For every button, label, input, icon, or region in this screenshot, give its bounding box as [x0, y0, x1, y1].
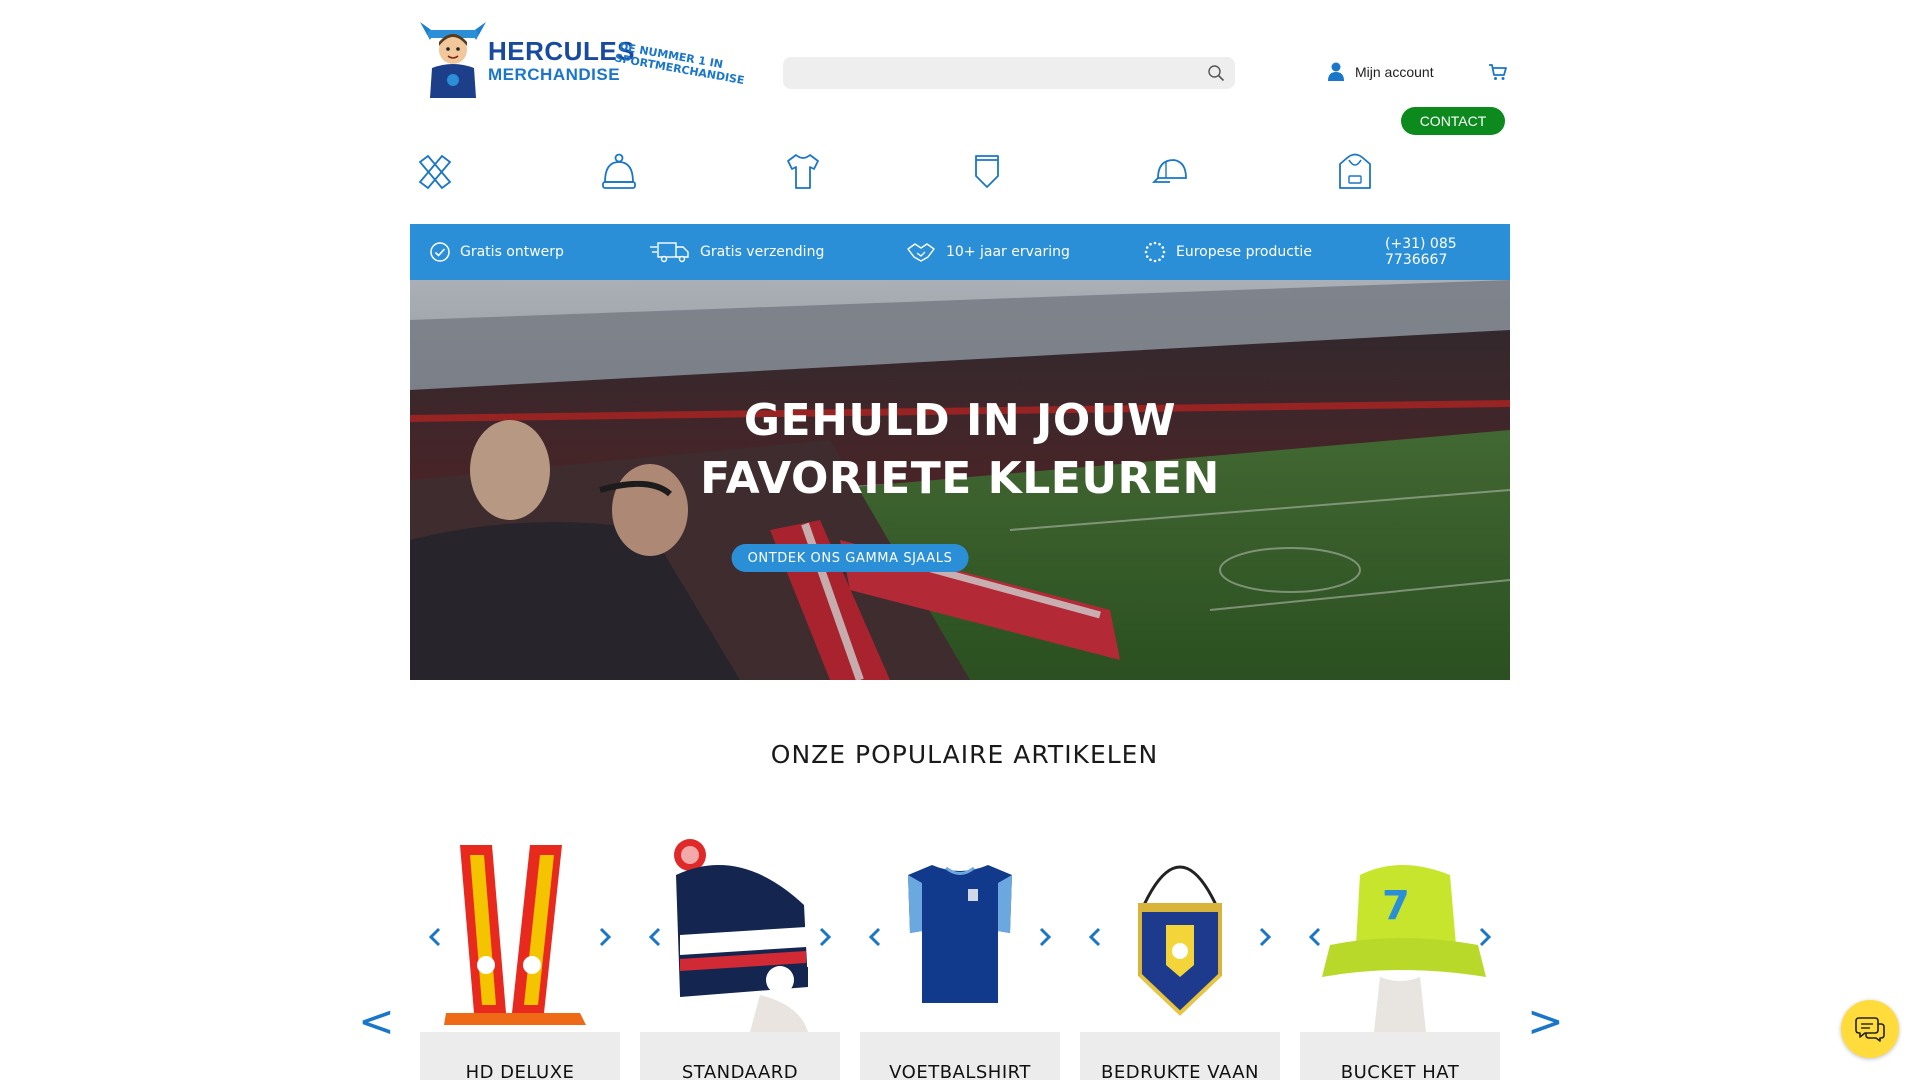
chevron-right-icon[interactable]	[1038, 927, 1052, 947]
eu-stars-icon	[1144, 241, 1166, 263]
usp-label: Gratis verzending	[700, 244, 825, 260]
hero-title-line1: GEHULD IN JOUW	[743, 395, 1177, 446]
phone-number[interactable]: (+31) 085 7736667	[1385, 236, 1510, 268]
product-name: BEDRUKTE VAAN	[1080, 1032, 1280, 1080]
hero-title-line2: FAVORIETE KLEUREN	[700, 453, 1220, 504]
check-circle-icon	[430, 242, 450, 262]
usp-phone[interactable]: (+31) 085 7736667	[1385, 224, 1510, 280]
scarf-product-image	[444, 845, 586, 1025]
chevron-left-icon[interactable]	[868, 927, 882, 947]
chat-icon	[1855, 1017, 1885, 1042]
usp-bar: Gratis ontwerp Gratis verzending 10+ jaa…	[410, 224, 1510, 280]
pennant-product-image	[1138, 865, 1222, 1016]
hero-cta-button[interactable]: ONTDEK ONS GAMMA SJAALS	[731, 544, 969, 572]
popular-title: ONZE POPULAIRE ARTIKELEN	[770, 740, 1159, 769]
product-card[interactable]: VOETBALSHIRT	[860, 835, 1060, 1080]
hero-title: GEHULD IN JOUW FAVORIETE KLEUREN	[410, 392, 1510, 508]
hat-icon[interactable]	[600, 152, 638, 190]
product-name: VOETBALSHIRT	[860, 1032, 1060, 1080]
product-name: STANDAARD	[640, 1032, 840, 1080]
chevron-left-icon[interactable]	[648, 927, 662, 947]
usp-label: 10+ jaar ervaring	[946, 244, 1070, 260]
product-card[interactable]: HD DELUXE	[420, 835, 620, 1080]
product-card[interactable]: STANDAARD	[640, 835, 840, 1080]
football-shirt-product-image	[908, 865, 1012, 1003]
svg-text:7: 7	[1382, 883, 1410, 929]
carousel-prev-button[interactable]: <	[358, 1000, 395, 1044]
logo-wordmark: HERCULES MERCHANDISE	[488, 38, 635, 83]
mascot-icon	[420, 22, 486, 98]
product-card[interactable]: 7 BUCKET HAT	[1300, 835, 1500, 1080]
site-logo[interactable]: HERCULES MERCHANDISE	[418, 16, 635, 100]
account-link[interactable]: Mijn account	[1327, 62, 1434, 81]
truck-icon	[650, 242, 689, 263]
chat-button[interactable]	[1841, 1000, 1899, 1058]
product-name: BUCKET HAT	[1300, 1032, 1500, 1080]
search-bar[interactable]	[783, 57, 1235, 89]
usp-item: Gratis ontwerp	[430, 224, 564, 280]
carousel-next-button[interactable]: >	[1527, 1000, 1564, 1044]
hoodie-icon[interactable]	[1336, 152, 1374, 190]
usp-item: Europese productie	[1144, 224, 1312, 280]
scarves-icon[interactable]	[416, 152, 454, 190]
usp-item: 10+ jaar ervaring	[906, 224, 1070, 280]
hero-banner: GEHULD IN JOUW FAVORIETE KLEUREN ONTDEK …	[410, 280, 1510, 680]
contact-button[interactable]: CONTACT	[1401, 107, 1505, 135]
search-input[interactable]	[783, 57, 1193, 89]
chevron-left-icon[interactable]	[428, 927, 442, 947]
logo-line1: HERCULES	[488, 36, 636, 66]
beanie-product-image	[674, 839, 808, 1032]
usp-label: Europese productie	[1176, 244, 1312, 260]
product-card[interactable]: BEDRUKTE VAAN	[1080, 835, 1280, 1080]
logo-line2: MERCHANDISE	[488, 65, 621, 84]
chevron-left-icon[interactable]	[1088, 927, 1102, 947]
site-header: HERCULES MERCHANDISE DE NUMMER 1 IN SPOR…	[410, 0, 1510, 140]
search-icon[interactable]	[1207, 64, 1225, 82]
account-label: Mijn account	[1355, 63, 1434, 80]
cap-icon[interactable]	[1152, 152, 1190, 190]
chevron-right-icon[interactable]	[818, 927, 832, 947]
user-icon	[1328, 62, 1344, 81]
category-nav	[410, 152, 1510, 196]
product-name: HD DELUXE	[420, 1032, 620, 1080]
chevron-right-icon[interactable]	[1478, 927, 1492, 947]
chevron-right-icon[interactable]	[1258, 927, 1272, 947]
pennant-icon[interactable]	[968, 152, 1006, 190]
usp-label: Gratis ontwerp	[460, 244, 564, 260]
shirt-icon[interactable]	[784, 152, 822, 190]
handshake-icon	[907, 243, 935, 262]
usp-item: Gratis verzending	[650, 224, 824, 280]
bucket-hat-product-image: 7	[1322, 865, 1486, 1032]
chevron-left-icon[interactable]	[1308, 927, 1322, 947]
chevron-right-icon[interactable]	[598, 927, 612, 947]
cart-icon[interactable]	[1488, 62, 1508, 82]
